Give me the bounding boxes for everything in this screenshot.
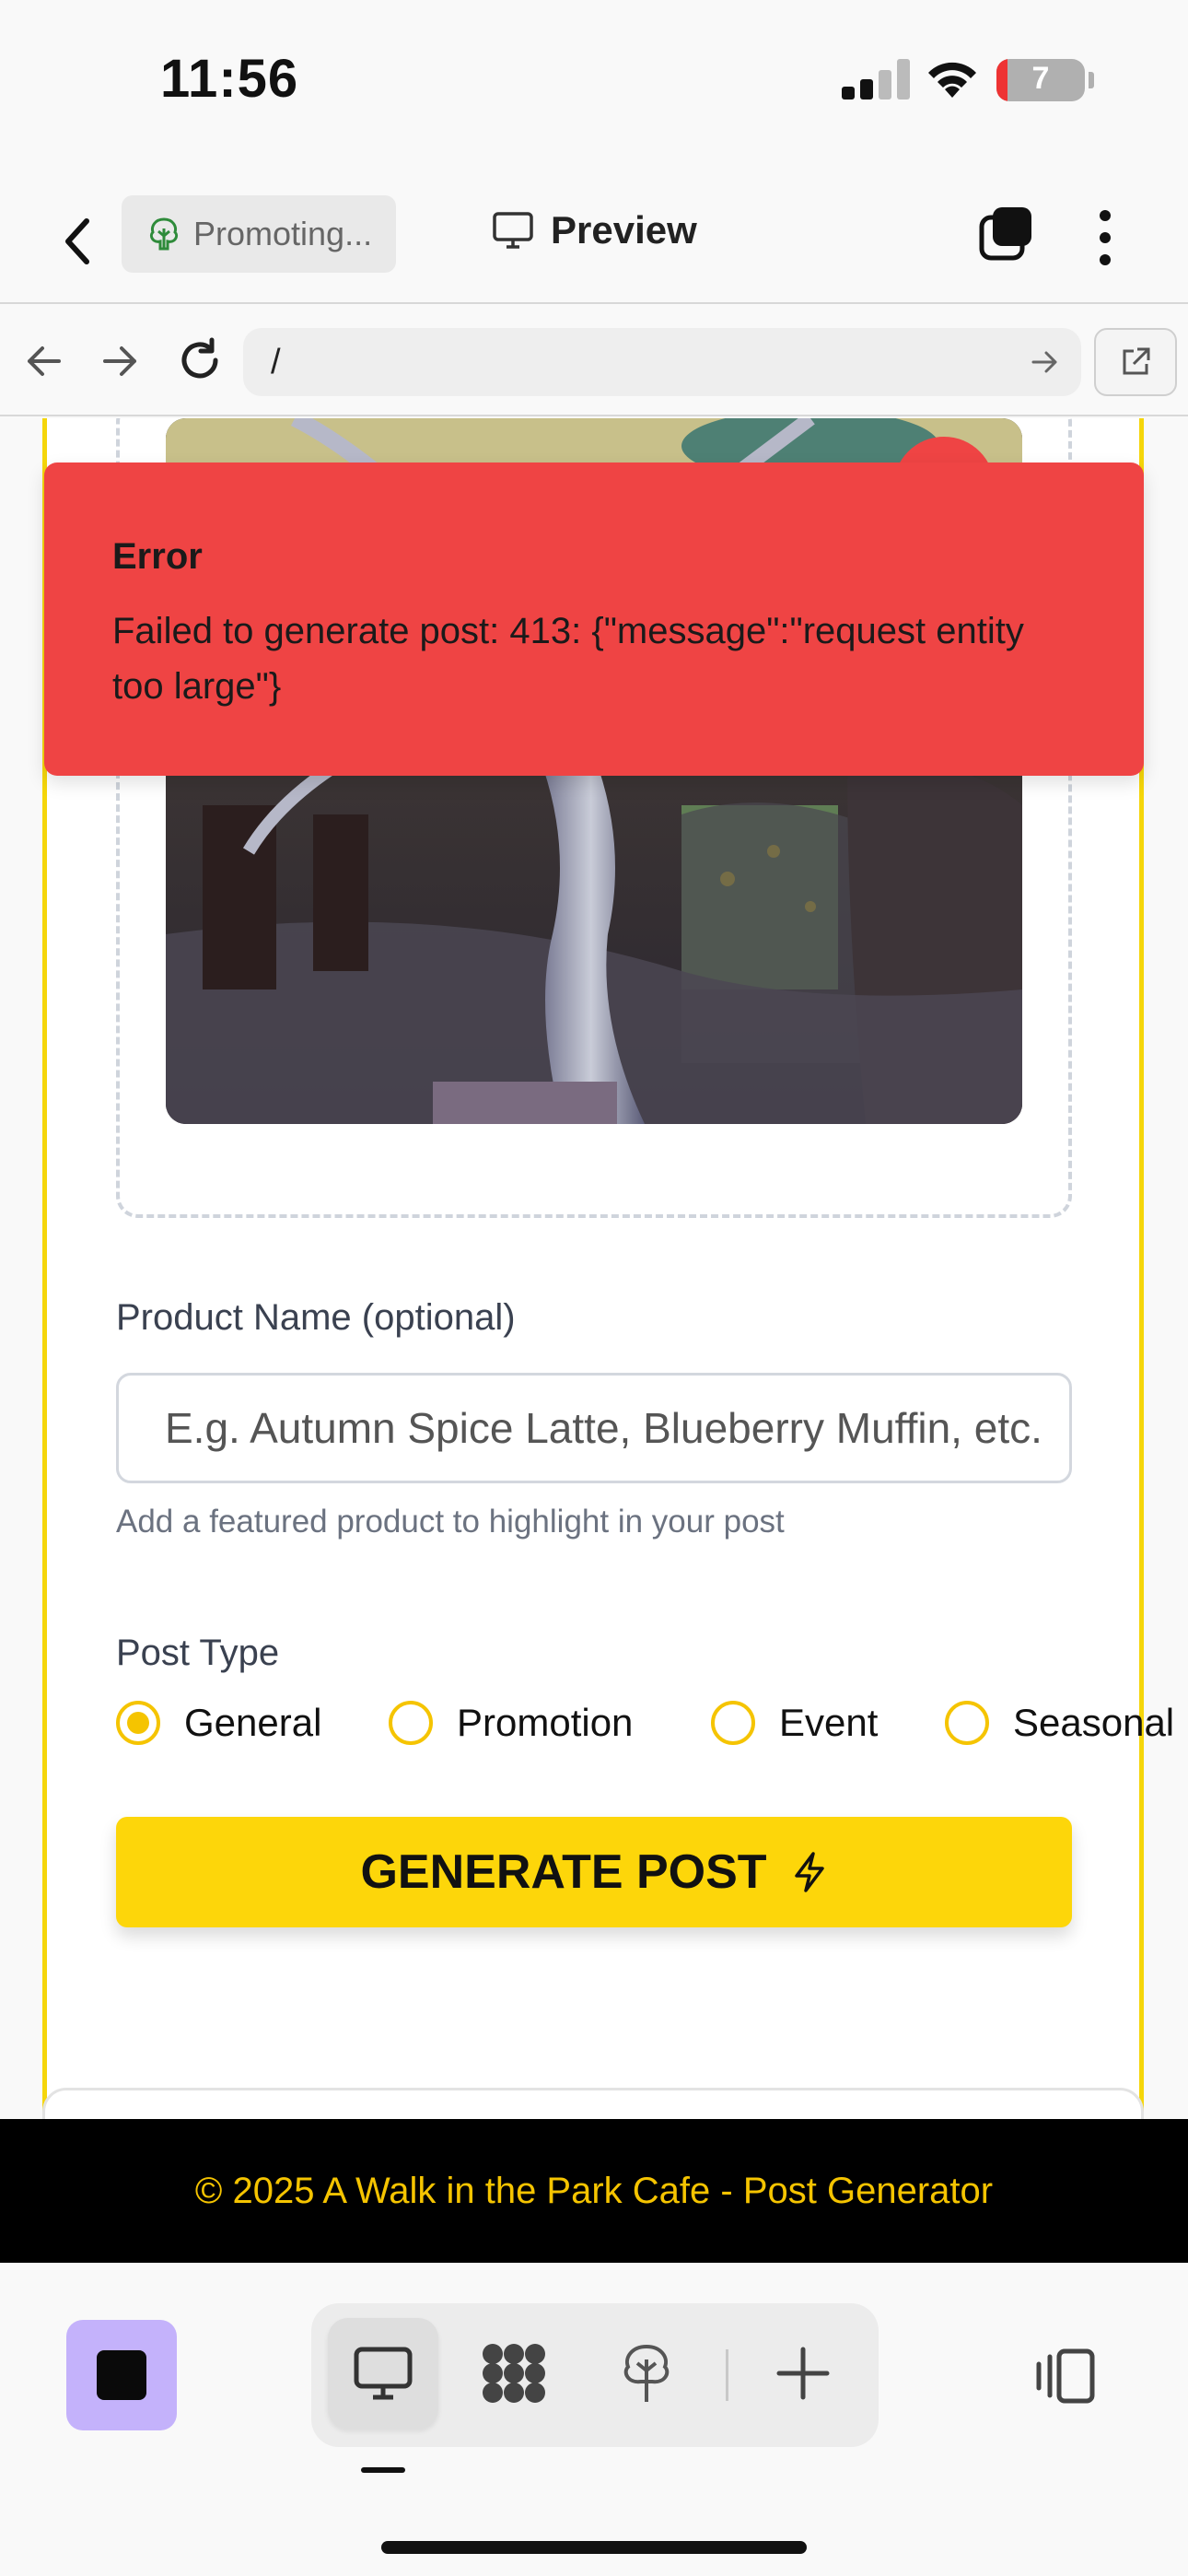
post-type-option-seasonal[interactable]: Seasonal (945, 1701, 1174, 1745)
results-card (42, 2088, 1144, 2119)
stop-button[interactable] (66, 2320, 177, 2430)
status-bar: 11:56 7 (0, 0, 1188, 175)
footer-text: © 2025 A Walk in the Park Cafe - Post Ge… (194, 2170, 994, 2211)
product-helper-text: Add a featured product to highlight in y… (116, 1504, 785, 1540)
error-toast[interactable]: Error Failed to generate post: 413: {"me… (44, 463, 1144, 776)
post-type-option-general[interactable]: General (116, 1701, 321, 1745)
browser-nav-bar: / (0, 306, 1188, 416)
stop-icon (97, 2350, 146, 2400)
generate-post-label: GENERATE POST (360, 1845, 767, 1899)
radio-seasonal[interactable] (945, 1701, 989, 1745)
radio-promotion[interactable] (389, 1701, 433, 1745)
tree-icon (623, 2344, 670, 2402)
post-type-option-promotion[interactable]: Promotion (389, 1701, 633, 1745)
url-text: / (271, 342, 281, 381)
lightning-icon (794, 1852, 824, 1892)
active-tab-indicator (361, 2467, 405, 2473)
arrow-left-icon[interactable] (24, 343, 63, 380)
radio-event[interactable] (711, 1701, 755, 1745)
radio-label-general: General (184, 1701, 322, 1744)
status-time: 11:56 (160, 49, 299, 109)
preview-label: Preview (551, 208, 697, 252)
toast-title: Error (112, 536, 203, 577)
post-type-option-event[interactable]: Event (711, 1701, 878, 1745)
cellular-signal-icon (842, 59, 912, 100)
open-external-button[interactable] (1094, 328, 1177, 396)
view-switcher (311, 2303, 879, 2447)
preview-toggle[interactable]: Preview (492, 208, 697, 252)
app-header: Promoting... Preview (0, 175, 1188, 304)
battery-level: 7 (1031, 61, 1050, 96)
radio-label-seasonal: Seasonal (1013, 1701, 1175, 1744)
project-tab-chip[interactable]: Promoting... (122, 195, 396, 273)
site-footer: © 2025 A Walk in the Park Cafe - Post Ge… (0, 2119, 1188, 2263)
go-arrow-icon[interactable] (1031, 350, 1059, 374)
add-button[interactable] (748, 2318, 858, 2429)
url-input[interactable]: / (243, 328, 1081, 396)
tabs-icon[interactable] (978, 205, 1035, 262)
battery-icon: 7 (996, 59, 1085, 101)
more-vertical-icon[interactable] (1092, 208, 1118, 267)
external-link-icon (1123, 347, 1150, 375)
grid-blob-icon (483, 2344, 545, 2403)
wifi-icon (928, 62, 976, 98)
home-indicator (381, 2541, 807, 2554)
back-chevron-icon[interactable] (59, 212, 96, 271)
bottom-toolbar (0, 2263, 1188, 2576)
tree-project-button[interactable] (591, 2318, 702, 2429)
toast-message: Failed to generate post: 413: {"message"… (112, 611, 1024, 707)
product-name-label: Product Name (optional) (116, 1297, 516, 1338)
radio-label-promotion: Promotion (457, 1701, 634, 1744)
radio-general[interactable] (116, 1701, 160, 1745)
plus-icon (776, 2347, 830, 2400)
project-tab-label: Promoting... (193, 215, 373, 252)
reload-icon[interactable] (177, 337, 223, 383)
post-type-label: Post Type (116, 1633, 280, 1673)
radio-label-event: Event (779, 1701, 879, 1744)
grid-apps-button[interactable] (459, 2318, 569, 2429)
generate-post-button[interactable]: GENERATE POST (116, 1817, 1072, 1927)
sidebar-toggle-icon[interactable] (1031, 2348, 1098, 2405)
monitor-icon (493, 212, 533, 249)
arrow-right-icon[interactable] (101, 343, 140, 380)
tree-icon (149, 217, 179, 251)
monitor-icon (354, 2347, 413, 2400)
product-name-input[interactable] (116, 1373, 1072, 1483)
desktop-view-button[interactable] (328, 2318, 438, 2429)
